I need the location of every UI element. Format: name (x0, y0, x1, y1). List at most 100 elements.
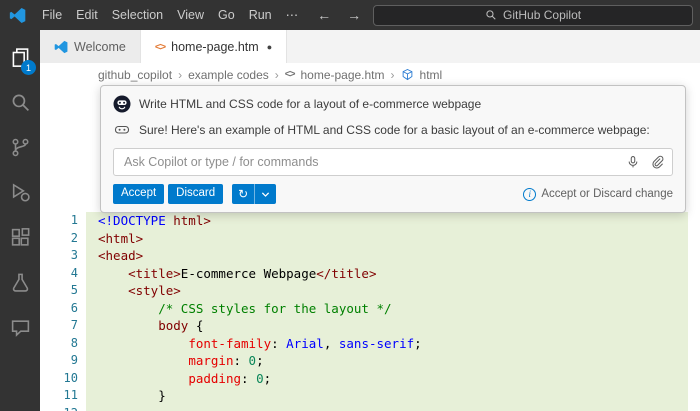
menu-go[interactable]: Go (211, 0, 242, 30)
code-text: <title>E-commerce Webpage</title> (86, 264, 688, 282)
code-line[interactable]: 4 <title>E-commerce Webpage</title> (40, 264, 700, 282)
copilot-face-icon (113, 121, 131, 139)
chevron-right-icon: › (390, 67, 395, 82)
activity-run-debug[interactable] (0, 170, 40, 215)
html-symbol-icon (401, 68, 414, 81)
line-number: 10 (40, 369, 86, 387)
code-line[interactable]: 2 <html> (40, 229, 700, 247)
line-number: 7 (40, 317, 86, 335)
copilot-input[interactable] (122, 154, 616, 170)
activity-extensions[interactable] (0, 215, 40, 260)
copilot-inline-chat: Write HTML and CSS code for a layout of … (100, 85, 686, 213)
line-number: 12 (40, 404, 86, 411)
breadcrumb-symbol[interactable]: html (420, 68, 443, 82)
activity-source-control[interactable] (0, 125, 40, 170)
breadcrumb-file[interactable]: home-page.htm (300, 68, 384, 82)
code-line[interactable]: 6 /* CSS styles for the layout */ (40, 299, 700, 317)
tab-label: Welcome (74, 39, 126, 54)
nav-back-button[interactable]: ← (317, 7, 331, 23)
activity-bar: 1 (0, 30, 40, 411)
scrollbar[interactable] (688, 212, 700, 411)
breadcrumb-folder[interactable]: github_copilot (98, 68, 172, 82)
code-text (86, 404, 688, 411)
code-text: <!DOCTYPE html> (86, 212, 688, 230)
code-lines: 1 <!DOCTYPE html> 2 <html> 3 <head> 4 <title>E… (40, 212, 700, 411)
activity-explorer[interactable]: 1 (0, 35, 40, 80)
nav-history: ← → (305, 7, 373, 23)
menu-run[interactable]: Run (242, 0, 279, 30)
rerun-button[interactable]: ↻ (232, 184, 256, 204)
line-number: 3 (40, 247, 86, 265)
menu-file[interactable]: File (35, 0, 69, 30)
line-number: 6 (40, 299, 86, 317)
unsaved-indicator[interactable]: ● (267, 42, 272, 52)
discard-button[interactable]: Discard (168, 184, 224, 204)
code-line[interactable]: 8 font-family: Arial, sans-serif; (40, 334, 700, 352)
nav-forward-button[interactable]: → (347, 7, 361, 23)
line-number: 11 (40, 387, 86, 405)
user-query: Write HTML and CSS code for a layout of … (139, 97, 482, 111)
tab-label: home-page.htm (171, 39, 259, 54)
attach-icon[interactable] (650, 155, 664, 169)
explorer-badge: 1 (21, 60, 36, 75)
line-number: 8 (40, 334, 86, 352)
title-bar: File Edit Selection View Go Run ⋯ ← → GitHub … (0, 0, 700, 30)
code-text: margin: 0; (86, 352, 688, 370)
search-icon (485, 9, 497, 21)
editor[interactable]: 1 <!DOCTYPE html> 2 <html> 3 <head> 4 <title>E… (40, 212, 700, 411)
code-line[interactable]: 5 <style> (40, 282, 700, 300)
chat-query-row: Write HTML and CSS code for a layout of … (101, 91, 685, 117)
menu-edit[interactable]: Edit (69, 0, 105, 30)
line-number: 9 (40, 352, 86, 370)
chevron-right-icon: › (274, 67, 279, 82)
copilot-input-box (113, 148, 673, 176)
code-text: padding: 0; (86, 369, 688, 387)
html-file-icon: <> (154, 40, 166, 53)
menu-bar: File Edit Selection View Go Run (35, 0, 279, 30)
activity-search[interactable] (0, 80, 40, 125)
copilot-icon (113, 95, 131, 113)
command-center-search[interactable]: GitHub Copilot (373, 4, 693, 26)
more-menu-button[interactable]: ⋯ (279, 0, 306, 30)
tab-home-page[interactable]: <> home-page.htm ● (140, 30, 288, 63)
code-line[interactable]: 9 margin: 0; (40, 352, 700, 370)
activity-comments[interactable] (0, 305, 40, 350)
breadcrumb: github_copilot › example codes › <> home… (40, 63, 700, 86)
code-text: /* CSS styles for the layout */ (86, 299, 688, 317)
chevron-down-button[interactable] (255, 184, 277, 204)
activity-testing[interactable] (0, 260, 40, 305)
code-line[interactable]: 1 <!DOCTYPE html> (40, 212, 700, 230)
microphone-icon[interactable] (626, 155, 640, 169)
code-line[interactable]: 7 body { (40, 317, 700, 335)
accept-button[interactable]: Accept (113, 184, 165, 204)
menu-selection[interactable]: Selection (105, 0, 170, 30)
editor-group: Welcome <> home-page.htm ● github_copilo… (40, 30, 700, 411)
hint-text: Accept or Discard change (541, 188, 673, 200)
html-file-icon: <> (284, 69, 296, 80)
code-line[interactable]: 3 <head> (40, 247, 700, 265)
code-line[interactable]: 12 (40, 404, 700, 411)
chevron-right-icon: › (178, 67, 183, 82)
tab-welcome[interactable]: Welcome (40, 30, 141, 63)
code-text: <style> (86, 282, 688, 300)
line-number: 5 (40, 282, 86, 300)
menu-view[interactable]: View (170, 0, 211, 30)
search-label: GitHub Copilot (503, 8, 582, 22)
code-text: body { (86, 317, 688, 335)
vscode-icon (54, 40, 68, 54)
line-number: 2 (40, 229, 86, 247)
chat-response-row: Sure! Here's an example of HTML and CSS … (101, 117, 685, 143)
code-text: <html> (86, 229, 688, 247)
copilot-response: Sure! Here's an example of HTML and CSS … (139, 123, 650, 137)
code-text: <head> (86, 247, 688, 265)
line-number: 1 (40, 212, 86, 230)
rerun-split-button: ↻ (232, 184, 277, 204)
breadcrumb-folder[interactable]: example codes (188, 68, 269, 82)
code-line[interactable]: 11 } (40, 387, 700, 405)
vscode-window: File Edit Selection View Go Run ⋯ ← → GitHub … (0, 0, 700, 411)
code-text: font-family: Arial, sans-serif; (86, 334, 688, 352)
info-icon: i (523, 187, 537, 201)
code-text: } (86, 387, 688, 405)
code-line[interactable]: 10 padding: 0; (40, 369, 700, 387)
accept-discard-hint: i Accept or Discard change (523, 187, 673, 201)
